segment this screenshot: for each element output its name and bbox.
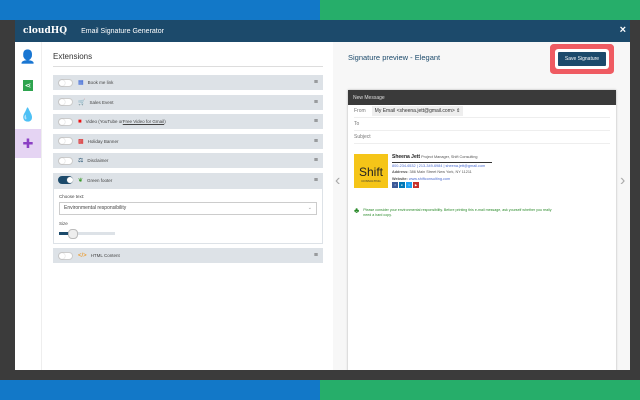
- choose-text-label: Choose text:: [59, 193, 85, 199]
- sig-name: Sheena Jett: [392, 154, 421, 160]
- sidebar-extensions-icon[interactable]: ✚: [15, 129, 41, 158]
- sidebar: 👤 ⋖ 💧 ✚: [15, 42, 42, 370]
- to-field[interactable]: To: [354, 118, 610, 131]
- close-icon[interactable]: ×: [620, 24, 626, 36]
- from-label: From: [354, 108, 366, 114]
- gift-icon: ▩: [78, 138, 84, 145]
- modal-header: cloudHQ Email Signature Generator ×: [15, 20, 630, 42]
- extension-book-me-link[interactable]: ▦ Book me link ≡: [53, 75, 323, 90]
- cloudhq-logo: cloudHQ: [23, 26, 68, 36]
- green-footer: ♣ Please consider your environmental resp…: [354, 206, 554, 218]
- sidebar-style-icon[interactable]: 💧: [15, 100, 41, 129]
- from-select[interactable]: My Email <sheena.jett@gmail.com> ⇕: [371, 106, 464, 116]
- preview-panel: Signature preview - Elegant Save Signatu…: [333, 42, 630, 370]
- extension-label: Video (YouTube or: [85, 119, 123, 124]
- extension-label: Book me link: [87, 80, 114, 85]
- signature-generator-modal: cloudHQ Email Signature Generator × 👤 ⋖ …: [15, 20, 630, 370]
- drag-handle-icon[interactable]: ≡: [314, 177, 318, 184]
- toggle[interactable]: [58, 78, 73, 87]
- free-video-link[interactable]: Free Video for Gmail: [123, 119, 164, 124]
- toggle[interactable]: [58, 156, 73, 165]
- scale-icon: ⚖: [78, 158, 84, 164]
- extension-label: Sales Event: [89, 99, 114, 105]
- twitter-icon[interactable]: t: [406, 182, 412, 188]
- website-label: Website:: [392, 176, 408, 181]
- sidebar-share-icon[interactable]: ⋖: [15, 71, 41, 100]
- sig-role: Project Manager, Shift Consulting: [421, 155, 478, 159]
- extension-holiday-banner[interactable]: ▩ Holiday Banner ≡: [53, 133, 323, 149]
- extension-label: Holiday Banner: [87, 138, 119, 144]
- size-label: Size: [59, 220, 68, 226]
- address: 386 Main Street New York, NY 11211: [409, 170, 472, 174]
- subject-field[interactable]: Subject: [354, 131, 610, 144]
- toggle[interactable]: [58, 137, 73, 145]
- extension-label: HTML Content: [90, 253, 120, 258]
- drag-handle-icon[interactable]: ≡: [314, 118, 318, 125]
- extension-label: Disclaimer: [87, 158, 109, 163]
- shift-logo: Shift CONSULTING: [354, 154, 388, 188]
- preview-title: Signature preview - Elegant: [348, 53, 441, 62]
- linkedin-icon[interactable]: in: [399, 182, 405, 188]
- tree-icon: ♣: [354, 206, 360, 215]
- toggle[interactable]: [58, 117, 73, 126]
- cart-icon: 🛒: [78, 99, 86, 106]
- facebook-icon[interactable]: f: [392, 182, 398, 188]
- leaf-icon: ❦: [78, 177, 84, 184]
- prev-template-arrow-icon[interactable]: ‹: [335, 172, 340, 190]
- green-footer-settings: Choose text: Environmental responsibilit…: [53, 187, 323, 244]
- video-icon: ■: [78, 118, 82, 125]
- extension-html-content[interactable]: </> HTML Content ≡: [53, 248, 323, 263]
- compose-window: New Message From My Email <sheena.jett@gm…: [348, 90, 616, 370]
- extension-green-footer[interactable]: ❦ Green footer ≡: [53, 172, 323, 188]
- compose-title: New Message: [348, 90, 616, 105]
- youtube-icon[interactable]: ▶: [413, 182, 419, 188]
- drag-handle-icon[interactable]: ≡: [314, 99, 318, 106]
- code-icon: </>: [78, 252, 87, 259]
- modal-title: Email Signature Generator: [81, 27, 164, 35]
- green-footer-text: Please consider your environmental respo…: [363, 208, 552, 217]
- toggle[interactable]: [58, 176, 73, 184]
- drag-handle-icon[interactable]: ≡: [314, 138, 318, 145]
- extension-label-suffix: ): [164, 119, 166, 124]
- drag-handle-icon[interactable]: ≡: [314, 157, 318, 164]
- extensions-heading: Extensions: [53, 42, 323, 67]
- address-label: Address:: [392, 170, 409, 174]
- extension-video[interactable]: ■ Video (YouTube or Free Video for Gmail)…: [53, 114, 323, 129]
- choose-text-select[interactable]: Environmental responsibility ⌄: [59, 201, 317, 215]
- size-slider[interactable]: [59, 228, 115, 239]
- calendar-icon: ▦: [78, 80, 84, 86]
- toggle[interactable]: [58, 251, 73, 260]
- extension-disclaimer[interactable]: ⚖ Disclaimer ≡: [53, 153, 323, 168]
- drag-handle-icon[interactable]: ≡: [314, 252, 318, 259]
- extension-label: Green footer: [87, 177, 113, 183]
- website-link[interactable]: www.shiftconsulting.com: [409, 177, 450, 181]
- next-template-arrow-icon[interactable]: ›: [620, 172, 625, 190]
- select-value: Environmental responsibility: [64, 205, 127, 211]
- toggle[interactable]: [58, 98, 73, 106]
- save-signature-button[interactable]: Save Signature: [558, 52, 606, 66]
- chevron-down-icon: ⌄: [307, 205, 312, 211]
- extension-sales-event[interactable]: 🛒 Sales Event ≡: [53, 94, 323, 110]
- drag-handle-icon[interactable]: ≡: [314, 79, 318, 86]
- sidebar-profile-icon[interactable]: 👤: [15, 42, 41, 71]
